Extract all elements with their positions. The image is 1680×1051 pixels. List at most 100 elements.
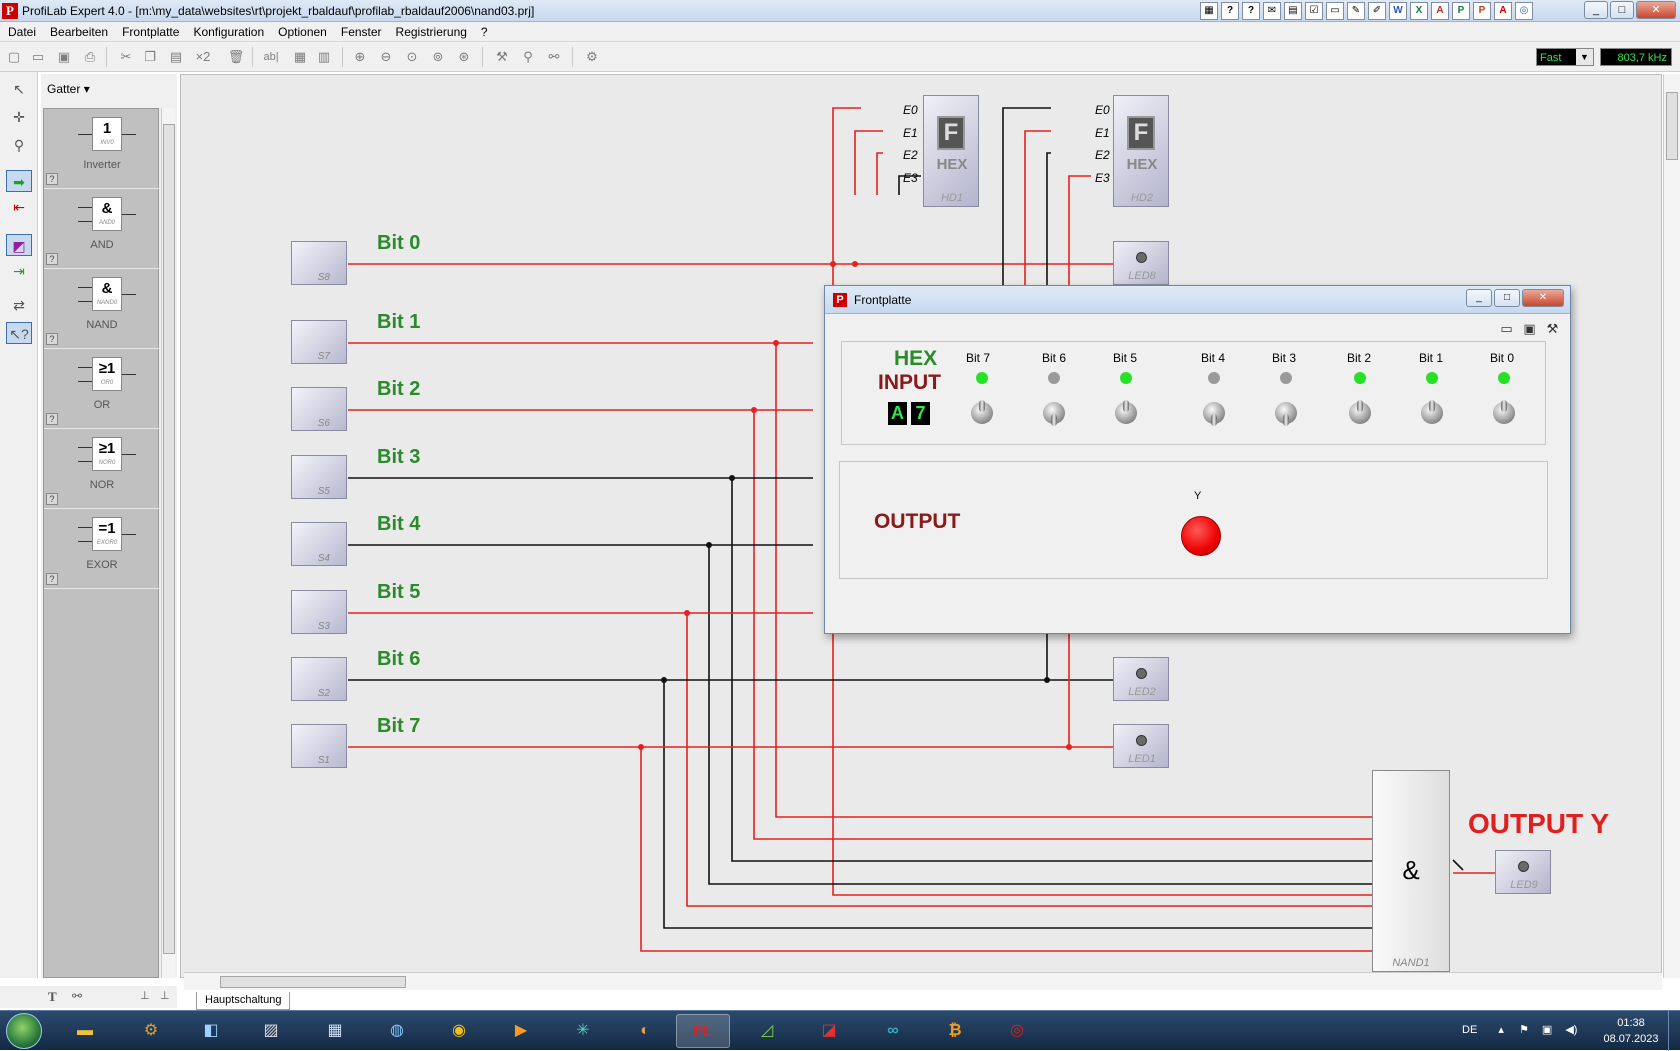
wire-tool-icon[interactable]: ⚯	[544, 47, 564, 67]
maximize-button[interactable]: □	[1494, 289, 1520, 307]
language-indicator[interactable]: DE	[1462, 1024, 1477, 1036]
network-icon[interactable]: ◎	[1515, 2, 1533, 20]
switch-s5[interactable]: S5	[291, 455, 347, 499]
globe-icon[interactable]: ◍	[370, 1014, 424, 1048]
zoom-page-icon[interactable]: ⊚	[428, 47, 448, 67]
zoom-fit-icon[interactable]: ⊙	[402, 47, 422, 67]
bit3-toggle[interactable]	[1275, 402, 1297, 426]
document-app-icon[interactable]: ₿	[928, 1014, 982, 1048]
help-icon[interactable]: ?	[1221, 2, 1239, 20]
swap-icon[interactable]: ⇄	[6, 294, 32, 316]
columns-icon[interactable]: ▥	[314, 47, 334, 67]
switch-s3[interactable]: S3	[291, 590, 347, 634]
pen-icon[interactable]: ✐	[1368, 2, 1386, 20]
switch-s7[interactable]: S7	[291, 320, 347, 364]
delete-icon[interactable]: 🗑	[226, 47, 246, 67]
paste-icon[interactable]: ▤	[166, 47, 186, 67]
menu-registrierung[interactable]: Registrierung	[392, 22, 471, 41]
palette-item-nor[interactable]: ≥1 NOR0 NOR ?	[44, 429, 160, 509]
new-file-icon[interactable]: ▢	[4, 47, 24, 67]
pin-icon[interactable]: ⊥	[140, 989, 150, 1002]
paint-icon[interactable]: ◐	[618, 1014, 672, 1048]
menu-fenster[interactable]: Fenster	[337, 22, 386, 41]
text-tool-icon[interactable]: ab|	[260, 47, 282, 67]
zoom-select-icon[interactable]: ⊛	[454, 47, 474, 67]
frontplatte-window[interactable]: P Frontplatte _ □ ✕ ▭ ▣ ⚒ HEX INPUT A 7 …	[824, 285, 1571, 634]
calendar-icon[interactable]: ▤	[1284, 2, 1302, 20]
menu-optionen[interactable]: Optionen	[274, 22, 331, 41]
save-icon[interactable]: ▣	[54, 47, 74, 67]
network-icon[interactable]: ▣	[1542, 1024, 1552, 1036]
chrome-icon[interactable]: ◉	[432, 1014, 486, 1048]
scanner-icon[interactable]: ▨	[244, 1014, 298, 1048]
close-button[interactable]: ✕	[1522, 289, 1564, 307]
palette-item-or[interactable]: ≥1 OR0 OR ?	[44, 349, 160, 429]
run-arrow-icon[interactable]: ➡	[6, 170, 32, 192]
switch-s2[interactable]: S2	[291, 657, 347, 701]
led-led1[interactable]: LED1	[1113, 724, 1169, 768]
bit4-toggle[interactable]	[1203, 402, 1225, 426]
show-desktop-button[interactable]	[1668, 1011, 1680, 1051]
copy-icon[interactable]: ❐	[140, 47, 160, 67]
hex-display-hd2[interactable]: F HEX HD2	[1113, 95, 1169, 207]
duplicate-icon[interactable]: ×2	[190, 47, 216, 67]
print-icon[interactable]: ⎙	[80, 47, 100, 67]
bit6-toggle[interactable]	[1043, 402, 1065, 426]
vertical-scrollbar[interactable]	[1663, 74, 1680, 978]
help-icon[interactable]: ?	[46, 173, 58, 185]
menu-konfiguration[interactable]: Konfiguration	[189, 22, 268, 41]
switch-s4[interactable]: S4	[291, 522, 347, 566]
drive-icon[interactable]: ◧	[184, 1014, 238, 1048]
hex-display-hd1[interactable]: F HEX HD1	[923, 95, 979, 207]
word-icon[interactable]: W	[1389, 2, 1407, 20]
zoom-out-icon[interactable]: ⊖	[376, 47, 396, 67]
flag-icon[interactable]: ⚑	[1519, 1024, 1529, 1036]
binoculars-icon[interactable]: ⚯	[72, 989, 82, 1003]
calculator-icon[interactable]: ▦	[308, 1014, 362, 1048]
palette-category[interactable]: Gatter ▾	[41, 74, 177, 104]
tools-icon[interactable]: ⚒	[1543, 319, 1562, 338]
media-player-icon[interactable]: ▶	[494, 1014, 548, 1048]
switch-s6[interactable]: S6	[291, 387, 347, 431]
settings-gear-icon[interactable]: ⚙	[582, 47, 602, 67]
crosshair-icon[interactable]: ✛	[6, 106, 32, 128]
menu-datei[interactable]: Datei	[4, 22, 40, 41]
zoom-in-icon[interactable]: ⊕	[350, 47, 370, 67]
app-grid-icon[interactable]: ▦	[1200, 2, 1218, 20]
help-icon-2[interactable]: ?	[1242, 2, 1260, 20]
horizontal-scrollbar[interactable]	[184, 972, 1662, 990]
system-clock[interactable]: 01:38 08.07.2023	[1600, 1015, 1662, 1047]
help-icon[interactable]: ?	[46, 333, 58, 345]
gear-app-icon[interactable]: ⚙	[124, 1014, 178, 1048]
text-tool-icon[interactable]: T	[48, 989, 57, 1005]
explorer-icon[interactable]: ▬	[58, 1014, 112, 1048]
palette-item-exor[interactable]: =1 EXOR0 EXOR ?	[44, 509, 160, 589]
led-led8[interactable]: LED8	[1113, 241, 1169, 285]
insert-icon[interactable]: ⇥	[6, 260, 32, 282]
probe-icon[interactable]: ⚲	[518, 47, 538, 67]
note-icon[interactable]: ✎	[1347, 2, 1365, 20]
maximize-button[interactable]: □	[1610, 1, 1634, 19]
profilab-taskbar-icon[interactable]: PL	[676, 1014, 730, 1048]
close-button[interactable]: ✕	[1636, 1, 1676, 19]
open-folder-icon[interactable]: ▭	[1497, 319, 1516, 338]
checklist-icon[interactable]: ☑	[1305, 2, 1323, 20]
magnifier-icon[interactable]: ⚲	[6, 134, 32, 156]
color-tool-icon[interactable]: ◩	[6, 234, 32, 256]
bit1-toggle[interactable]	[1421, 400, 1443, 424]
pointer-icon[interactable]: ↖	[6, 78, 32, 100]
switch-s8[interactable]: S8	[291, 241, 347, 285]
scroll-thumb[interactable]	[1666, 92, 1678, 160]
nand-gate[interactable]: & NAND1	[1372, 770, 1450, 972]
acrobat-icon[interactable]: A	[1494, 2, 1512, 20]
bit7-toggle[interactable]	[971, 400, 993, 424]
save-icon[interactable]: ▣	[1520, 319, 1539, 338]
led-led9[interactable]: LED9	[1495, 850, 1551, 894]
network-app-icon[interactable]: ✳	[556, 1014, 610, 1048]
start-button[interactable]	[6, 1013, 42, 1049]
chart-app-icon[interactable]: ◿	[740, 1014, 794, 1048]
cut-icon[interactable]: ✂	[116, 47, 136, 67]
volume-icon[interactable]: ◀)	[1565, 1024, 1577, 1036]
help-icon[interactable]: ?	[46, 493, 58, 505]
frontplatte-title-bar[interactable]: P Frontplatte _ □ ✕	[825, 286, 1570, 314]
